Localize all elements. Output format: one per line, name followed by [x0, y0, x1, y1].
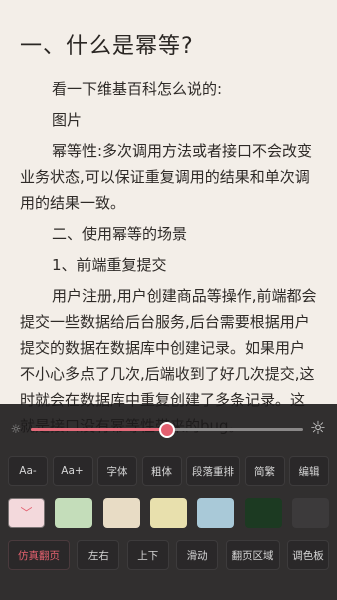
background-swatch[interactable] — [291, 498, 329, 528]
page-turn-area-button[interactable]: 翻页区域 — [225, 540, 280, 570]
traditional-simplified-button[interactable]: 简繁 — [244, 456, 285, 486]
brightness-fill — [31, 428, 167, 431]
reformat-paragraph-button[interactable]: 段落重排 — [186, 456, 240, 486]
horizontal-turn-button[interactable]: 左右 — [77, 540, 120, 570]
slide-turn-button[interactable]: 滑动 — [176, 540, 219, 570]
background-swatch[interactable] — [55, 498, 93, 528]
font-controls-row: Aa- Aa+ 字体 粗体 段落重排 简繁 编辑 — [8, 456, 329, 486]
font-decrease-button[interactable]: Aa- — [8, 456, 48, 486]
page-turn-row: 仿真翻页 左右 上下 滑动 翻页区域 调色板 — [8, 540, 329, 570]
article-title: 一、什么是幂等? — [20, 34, 194, 59]
background-swatch[interactable] — [149, 498, 187, 528]
chevron-down-icon: ﹀ — [20, 506, 33, 520]
font-increase-button[interactable]: Aa+ — [52, 456, 93, 486]
brightness-slider[interactable]: ☼ ☼ — [0, 414, 337, 446]
background-swatch-selected[interactable]: ﹀ — [8, 498, 45, 528]
sun-small-icon: ☼ — [10, 422, 22, 436]
brightness-track[interactable] — [31, 422, 303, 438]
palette-button[interactable]: 调色板 — [286, 540, 329, 570]
font-family-button[interactable]: 字体 — [97, 456, 137, 486]
simulated-page-turn-button[interactable]: 仿真翻页 — [8, 540, 70, 570]
paragraph: 图片 — [52, 111, 83, 129]
paragraph: 看一下维基百科怎么说的: — [52, 80, 223, 98]
bold-button[interactable]: 粗体 — [141, 456, 182, 486]
paragraph: 1、前端重复提交 — [52, 256, 167, 274]
paragraph: 幂等性:多次调用方法或者接口不会改变业务状态,可以保证重复调用的结果和单次调用的… — [20, 142, 313, 212]
background-swatch[interactable] — [102, 498, 140, 528]
reading-settings-panel: ☼ ☼ Aa- Aa+ 字体 粗体 段落重排 简繁 编辑 ﹀ 仿真翻页 左右 上… — [0, 404, 337, 600]
brightness-thumb[interactable] — [159, 422, 175, 438]
background-swatch[interactable] — [244, 498, 282, 528]
edit-button[interactable]: 编辑 — [289, 456, 329, 486]
background-swatches-row: ﹀ — [8, 498, 329, 528]
vertical-turn-button[interactable]: 上下 — [126, 540, 169, 570]
sun-large-icon: ☼ — [309, 418, 327, 439]
paragraph: 二、使用幂等的场景 — [52, 225, 188, 243]
background-swatch[interactable] — [197, 498, 235, 528]
